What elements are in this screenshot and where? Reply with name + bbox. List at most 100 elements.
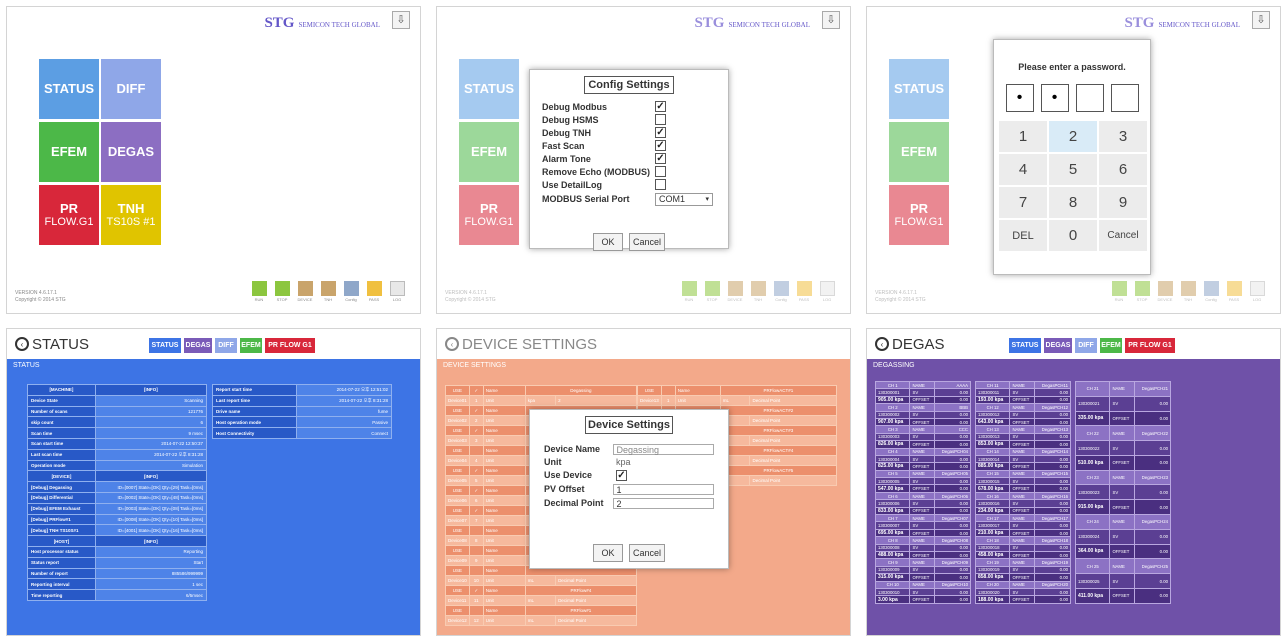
stop-button[interactable]: STOP	[273, 281, 291, 303]
log-button[interactable]: LOG	[388, 281, 406, 303]
use-checkbox[interactable]: ✓	[468, 425, 484, 436]
sv-value: 0.00	[1134, 440, 1171, 456]
key-5[interactable]: 5	[1048, 153, 1098, 186]
tile-efem[interactable]: EFEM	[459, 122, 519, 182]
cancel-button[interactable]: Cancel	[629, 544, 665, 562]
key-6[interactable]: 6	[1098, 153, 1148, 186]
back-icon[interactable]: ‹	[875, 337, 889, 351]
key-cancel[interactable]: Cancel	[1098, 219, 1148, 252]
config-row-serial-port: MODBUS Serial Port COM1 ▾	[542, 191, 728, 207]
config-button[interactable]: Config	[342, 281, 360, 303]
tnh-button[interactable]: TNH	[1179, 281, 1197, 303]
key-del[interactable]: DEL	[998, 219, 1048, 252]
use-checkbox[interactable]	[468, 565, 484, 576]
key-8[interactable]: 8	[1048, 186, 1098, 219]
key-1[interactable]: 1	[998, 120, 1048, 153]
detail-log-checkbox[interactable]	[655, 179, 666, 190]
alarm-tone-checkbox[interactable]: ✓	[655, 153, 666, 164]
key-9[interactable]: 9	[1098, 186, 1148, 219]
use-checkbox[interactable]	[468, 445, 484, 456]
channel-label: CH 1	[874, 380, 911, 390]
status-value: 9 msec	[94, 427, 208, 439]
pv-offset-input[interactable]: 1	[613, 483, 714, 495]
use-checkbox[interactable]	[468, 605, 484, 616]
device-button[interactable]: DEVICE	[1156, 281, 1174, 303]
use-checkbox[interactable]	[660, 385, 676, 396]
tile-degas[interactable]: DEGAS	[101, 122, 161, 182]
pass-button[interactable]: PASS	[1225, 281, 1243, 303]
debug-hsms-checkbox[interactable]	[655, 114, 666, 125]
log-button[interactable]: LOG	[1248, 281, 1266, 303]
ok-button[interactable]: OK	[593, 233, 623, 251]
run-button[interactable]: RUN	[250, 281, 268, 303]
key-4[interactable]: 4	[998, 153, 1048, 186]
stop-button[interactable]: STOP	[1133, 281, 1151, 303]
use-checkbox[interactable]: ✓	[468, 405, 484, 416]
tnh-button[interactable]: TNH	[749, 281, 767, 303]
nav-diff[interactable]: DIFF	[215, 338, 237, 353]
debug-tnh-checkbox[interactable]: ✓	[655, 127, 666, 138]
channel-row: 234.00 kpa OFFSET 0.00	[974, 506, 1071, 516]
run-button[interactable]: RUN	[1110, 281, 1128, 303]
pass-button[interactable]: PASS	[365, 281, 383, 303]
download-icon[interactable]: ⇩	[392, 11, 410, 29]
nav-pr-flow[interactable]: PR FLOW G1	[1125, 338, 1175, 353]
key-0[interactable]: 0	[1048, 219, 1098, 252]
nav-efem[interactable]: EFEM	[1100, 338, 1122, 353]
cancel-button[interactable]: Cancel	[629, 233, 665, 251]
debug-modbus-checkbox[interactable]: ✓	[655, 101, 666, 112]
ok-button[interactable]: OK	[593, 544, 623, 562]
use-checkbox[interactable]: ✓	[468, 465, 484, 476]
stop-button[interactable]: STOP	[703, 281, 721, 303]
config-button[interactable]: Config	[1202, 281, 1220, 303]
offset-value: 0.00	[1134, 543, 1171, 560]
back-icon[interactable]: ‹	[445, 337, 459, 351]
decimal-point-input[interactable]: 2	[613, 497, 714, 509]
device-button[interactable]: DEVICE	[726, 281, 744, 303]
use-checkbox[interactable]: ✓	[468, 585, 484, 596]
device-button[interactable]: DEVICE	[296, 281, 314, 303]
log-button[interactable]: LOG	[818, 281, 836, 303]
key-3[interactable]: 3	[1098, 120, 1148, 153]
use-checkbox[interactable]	[468, 525, 484, 536]
nav-diff[interactable]: DIFF	[1075, 338, 1097, 353]
config-button[interactable]: Config	[772, 281, 790, 303]
nav-status[interactable]: STATUS	[1009, 338, 1041, 353]
tile-status[interactable]: STATUS	[459, 59, 519, 119]
download-icon[interactable]: ⇩	[1252, 11, 1270, 29]
tile-status[interactable]: STATUS	[889, 59, 949, 119]
tile-efem[interactable]: EFEM	[39, 122, 99, 182]
nav-pr-flow[interactable]: PR FLOW G1	[265, 338, 315, 353]
nav-degas[interactable]: DEGAS	[1044, 338, 1072, 353]
nav-degas[interactable]: DEGAS	[184, 338, 212, 353]
nav-status[interactable]: STATUS	[149, 338, 181, 353]
use-device-checkbox[interactable]: ✓	[616, 469, 627, 481]
use-checkbox[interactable]: ✓	[468, 385, 484, 396]
fast-scan-checkbox[interactable]: ✓	[655, 140, 666, 151]
use-checkbox[interactable]: ✓	[468, 485, 484, 496]
download-icon[interactable]: ⇩	[822, 11, 840, 29]
serial-port-select[interactable]: COM1 ▾	[655, 192, 713, 206]
tnh-button[interactable]: TNH	[319, 281, 337, 303]
tile-tnh[interactable]: TNH TS10S #1	[101, 185, 161, 245]
tile-efem[interactable]: EFEM	[889, 122, 949, 182]
remove-echo-checkbox[interactable]	[655, 166, 666, 177]
sv-value: 0.00	[1034, 587, 1071, 597]
tile-pr-flow[interactable]: PR FLOW.G1	[39, 185, 99, 245]
run-button[interactable]: RUN	[680, 281, 698, 303]
tile-pr-flow[interactable]: PR FLOW.G1	[889, 185, 949, 245]
device-name-input[interactable]: Degassing	[613, 443, 714, 455]
key-2[interactable]: 2	[1048, 120, 1098, 153]
key-7[interactable]: 7	[998, 186, 1048, 219]
nav-efem[interactable]: EFEM	[240, 338, 262, 353]
use-checkbox[interactable]	[468, 545, 484, 556]
back-icon[interactable]: ‹	[15, 337, 29, 351]
tile-diff[interactable]: DIFF	[101, 59, 161, 119]
sv-value: 0.00	[934, 543, 971, 553]
pass-button[interactable]: PASS	[795, 281, 813, 303]
channel-row: 488.00 kpa OFFSET 0.00	[874, 550, 971, 560]
channel-row: CH 19 NAME DegasPCH19	[974, 558, 1071, 567]
tile-pr-flow[interactable]: PR FLOW.G1	[459, 185, 519, 245]
use-checkbox[interactable]: ✓	[468, 505, 484, 516]
tile-status[interactable]: STATUS	[39, 59, 99, 119]
